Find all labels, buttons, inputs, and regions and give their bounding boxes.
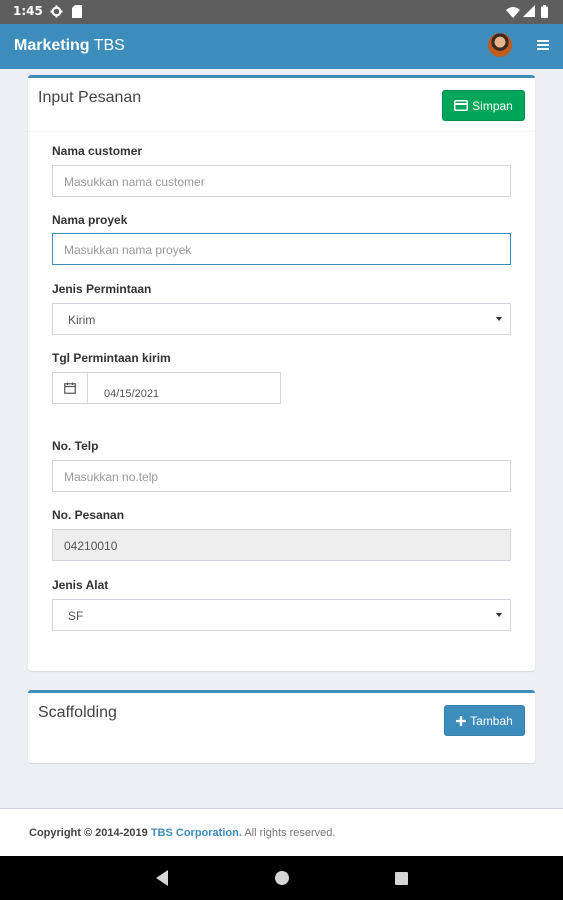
gear-icon (50, 5, 63, 21)
phone-placeholder: Masukkan no.telp (64, 470, 159, 484)
home-icon[interactable] (275, 871, 289, 885)
panel-title: Input Pesanan (38, 89, 142, 106)
tool-type-label: Jenis Alat (52, 578, 109, 592)
app-title-bold: Marketing (14, 37, 90, 54)
scaffolding-title: Scaffolding (38, 704, 117, 721)
status-time: 1:45 (13, 4, 43, 18)
customer-label: Nama customer (52, 144, 143, 158)
project-name-input[interactable]: Masukkan nama proyek (52, 233, 511, 265)
order-input-panel: Input Pesanan Simpan Nama customer Masuk… (28, 75, 535, 671)
order-number-label: No. Pesanan (52, 508, 125, 522)
signal-icon (523, 5, 535, 20)
order-number-field: 04210010 (52, 529, 511, 561)
hamburger-menu-icon[interactable] (537, 40, 549, 52)
footer-text: Copyright © 2014-2019 TBS Corporation. A… (29, 827, 335, 839)
chevron-down-icon (496, 317, 502, 321)
app-title[interactable]: Marketing TBS (14, 37, 125, 55)
customer-placeholder: Masukkan nama customer (64, 175, 205, 189)
request-date-picker[interactable]: 04/15/2021 (52, 372, 281, 404)
project-label: Nama proyek (52, 213, 128, 227)
add-scaffolding-button[interactable]: Tambah (444, 705, 525, 736)
battery-icon (541, 5, 548, 21)
phone-label: No. Telp (52, 439, 99, 453)
request-date-label: Tgl Permintaan kirim (52, 351, 171, 365)
android-nav-bar (0, 856, 563, 900)
page-footer: Copyright © 2014-2019 TBS Corporation. A… (0, 808, 563, 856)
customer-name-input[interactable]: Masukkan nama customer (52, 165, 511, 197)
tool-type-select[interactable]: SF (52, 599, 511, 631)
credit-card-icon (454, 100, 469, 111)
plus-icon (456, 715, 467, 726)
add-label: Tambah (470, 713, 513, 728)
rights-text: All rights reserved. (244, 827, 336, 839)
wifi-icon (506, 6, 520, 21)
order-number-value: 04210010 (64, 539, 118, 553)
phone-input[interactable]: Masukkan no.telp (52, 460, 511, 492)
recent-apps-icon[interactable] (395, 872, 408, 885)
scaffolding-panel: Scaffolding Tambah (28, 690, 535, 763)
tool-type-value: SF (68, 609, 84, 623)
request-type-select[interactable]: Kirim (52, 303, 511, 335)
calendar-icon[interactable] (53, 373, 88, 403)
status-bar: 1:45 (0, 0, 563, 24)
save-button[interactable]: Simpan (442, 90, 525, 121)
user-avatar[interactable] (488, 33, 512, 57)
project-placeholder: Masukkan nama proyek (64, 243, 192, 257)
app-header: Marketing TBS (0, 24, 563, 69)
copyright-text: Copyright © 2014-2019 (29, 827, 148, 839)
sd-card-icon (72, 5, 82, 21)
request-type-value: Kirim (68, 313, 96, 327)
company-link[interactable]: TBS Corporation. (151, 827, 242, 839)
save-label: Simpan (472, 98, 513, 113)
chevron-down-icon (496, 613, 502, 617)
back-icon[interactable] (156, 870, 168, 886)
request-type-label: Jenis Permintaan (52, 282, 152, 296)
app-title-light: TBS (93, 37, 125, 54)
request-date-value: 04/15/2021 (104, 388, 160, 400)
panel-divider (28, 131, 535, 132)
